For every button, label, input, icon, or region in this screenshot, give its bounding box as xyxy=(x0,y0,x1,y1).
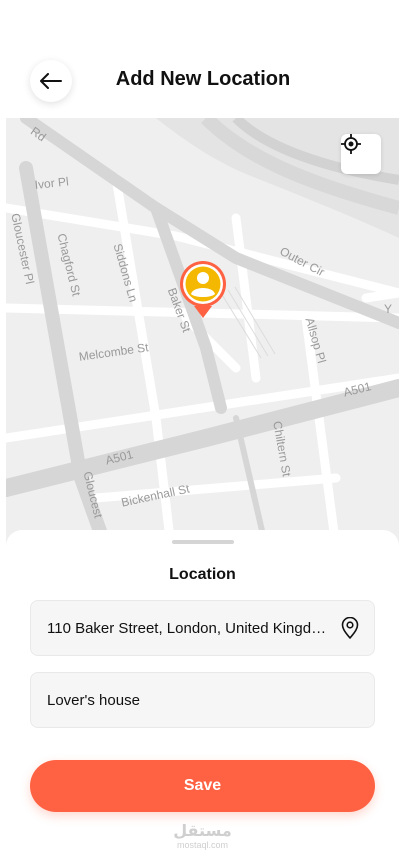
drag-handle[interactable] xyxy=(172,540,234,544)
my-location-button[interactable] xyxy=(341,134,381,174)
location-name-value: Lover's house xyxy=(47,691,140,709)
map-view[interactable]: Rd Ivor Pl Gloucester Pl Chagford St Sid… xyxy=(6,118,399,548)
map-pin-icon[interactable] xyxy=(340,617,360,639)
header: Add New Location xyxy=(0,0,405,118)
location-name-field[interactable]: Lover's house xyxy=(30,672,375,728)
street-label: Y xyxy=(384,302,393,316)
user-pin-icon xyxy=(180,261,226,318)
watermark: مستقل mostaql.com xyxy=(6,821,399,851)
address-field[interactable]: 110 Baker Street, London, United Kingdom xyxy=(30,600,375,656)
watermark-url: mostaql.com xyxy=(176,840,229,850)
bottom-sheet: Location 110 Baker Street, London, Unite… xyxy=(6,530,399,864)
watermark-logo: مستقل xyxy=(173,821,232,840)
location-pin[interactable] xyxy=(178,260,228,320)
save-button[interactable]: Save xyxy=(30,760,375,812)
page-title: Add New Location xyxy=(115,68,291,90)
arrow-left-icon xyxy=(40,73,62,89)
address-value: 110 Baker Street, London, United Kingdom xyxy=(47,619,330,637)
crosshair-icon xyxy=(341,134,361,154)
sheet-title: Location xyxy=(169,566,236,583)
app-frame: Add New Location Rd Ivor Pl Gloucester P… xyxy=(0,0,405,864)
back-button[interactable] xyxy=(30,60,72,102)
